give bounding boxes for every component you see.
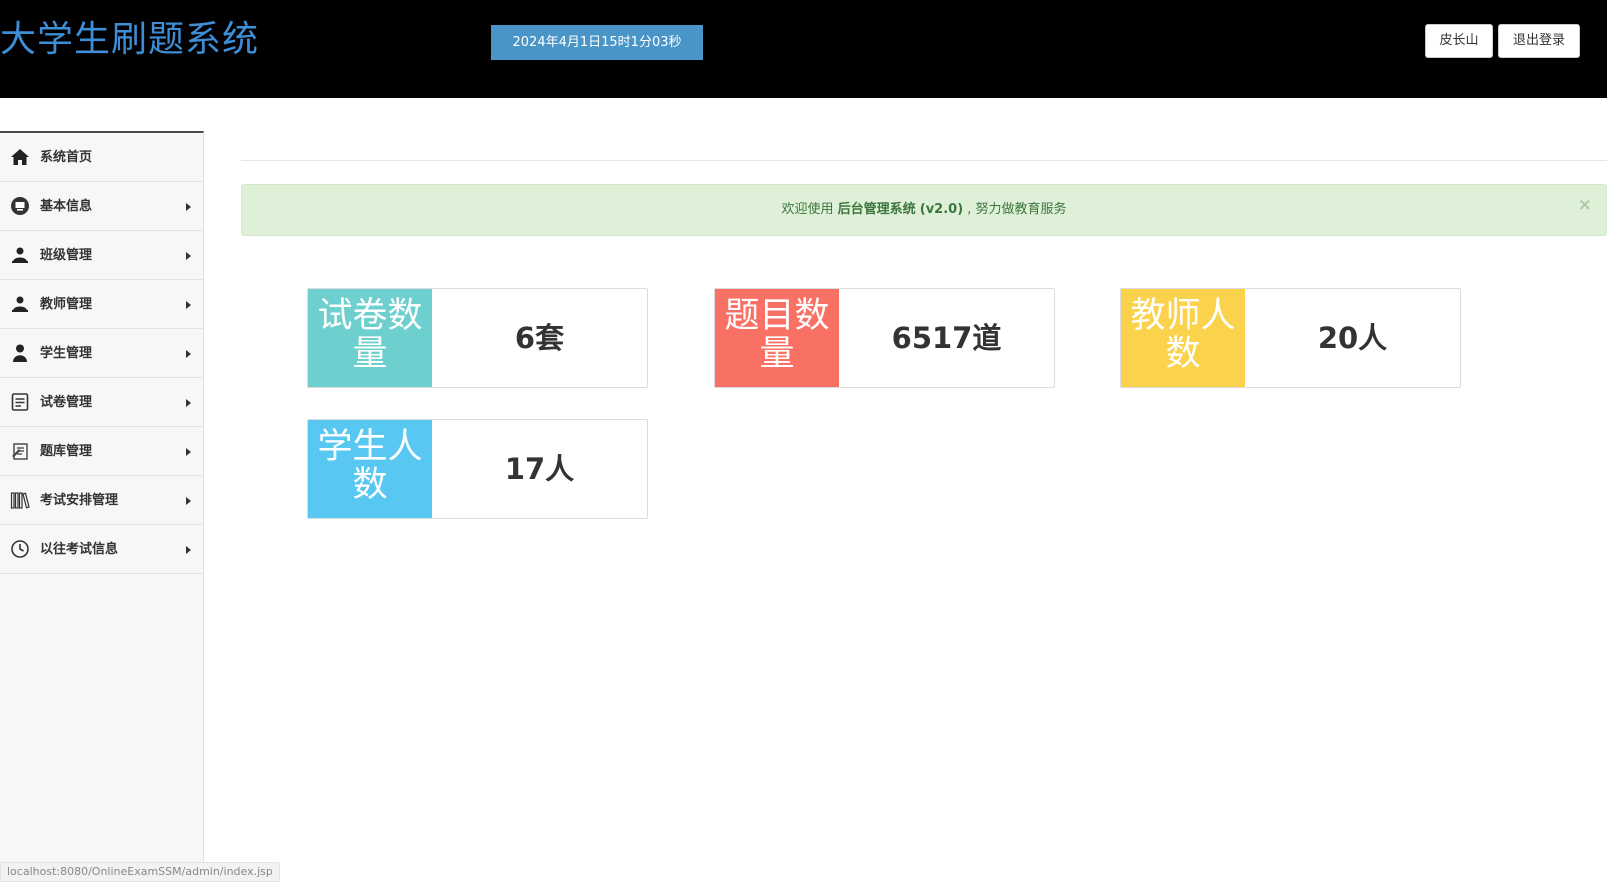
stat-card-label: 教师人数 (1121, 289, 1245, 387)
sidebar: 系统首页 基本信息 班级管理 教师管理 学生管理 试卷管理 题库管理 考试安排管… (0, 131, 204, 882)
sidebar-item-label: 教师管理 (40, 297, 93, 312)
stat-card-label: 试卷数量 (308, 289, 432, 387)
users-icon (10, 294, 30, 314)
alert-version: (v2.0) (919, 202, 964, 217)
sidebar-item-class-management[interactable]: 班级管理 (0, 231, 203, 280)
sidebar-item-label: 试卷管理 (40, 395, 93, 410)
user-icon (10, 343, 30, 363)
alert-system-name: 后台管理系统 (837, 202, 916, 217)
caret-right-icon (186, 546, 191, 554)
stat-card-label: 题目数量 (715, 289, 839, 387)
users-icon (10, 245, 30, 265)
sidebar-item-home[interactable]: 系统首页 (0, 133, 203, 182)
sidebar-item-question-bank[interactable]: 题库管理 (0, 427, 203, 476)
content-divider (241, 160, 1607, 161)
caret-right-icon (186, 252, 191, 260)
notebook-icon (10, 441, 30, 461)
clock-icon (10, 539, 30, 559)
sidebar-item-label: 班级管理 (40, 248, 93, 263)
welcome-alert: 欢迎使用 后台管理系统 (v2.0) , 努力做教育服务 × (241, 184, 1607, 236)
sidebar-item-paper-management[interactable]: 试卷管理 (0, 378, 203, 427)
sidebar-item-label: 以往考试信息 (40, 542, 119, 557)
sidebar-item-label: 系统首页 (40, 150, 93, 165)
current-time: 2024年4月1日15时1分03秒 (491, 25, 703, 60)
stat-card-students: 学生人数 17人 (307, 419, 648, 519)
caret-right-icon (186, 497, 191, 505)
stat-card-value: 6517道 (891, 321, 1002, 355)
stat-card-value: 20人 (1317, 321, 1388, 355)
stat-card-label: 学生人数 (308, 420, 432, 518)
app-title: 大学生刷题系统 (0, 19, 260, 60)
close-icon[interactable]: × (1578, 185, 1592, 225)
alert-prefix: 欢迎使用 (781, 202, 834, 217)
sidebar-item-teacher-management[interactable]: 教师管理 (0, 280, 203, 329)
sidebar-item-label: 学生管理 (40, 346, 93, 361)
sidebar-item-exam-schedule[interactable]: 考试安排管理 (0, 476, 203, 525)
monitor-icon (10, 196, 30, 216)
sidebar-item-basic-info[interactable]: 基本信息 (0, 182, 203, 231)
logout-button[interactable]: 退出登录 (1498, 24, 1580, 58)
books-icon (10, 490, 30, 510)
sidebar-item-label: 题库管理 (40, 444, 93, 459)
sidebar-item-label: 考试安排管理 (40, 493, 119, 508)
sidebar-item-label: 基本信息 (40, 199, 93, 214)
sidebar-item-past-exams[interactable]: 以往考试信息 (0, 525, 203, 574)
caret-right-icon (186, 203, 191, 211)
stat-card-value: 17人 (504, 452, 575, 486)
sidebar-item-student-management[interactable]: 学生管理 (0, 329, 203, 378)
browser-status-url: localhost:8080/OnlineExamSSM/admin/index… (0, 862, 280, 882)
caret-right-icon (186, 350, 191, 358)
document-icon (10, 392, 30, 412)
top-header: 大学生刷题系统 2024年4月1日15时1分03秒 皮长山 退出登录 (0, 0, 1607, 98)
stat-card-questions: 题目数量 6517道 (714, 288, 1055, 388)
stat-card-value: 6套 (514, 321, 565, 355)
user-button[interactable]: 皮长山 (1425, 24, 1493, 58)
stat-card-teachers: 教师人数 20人 (1120, 288, 1461, 388)
home-icon (10, 147, 30, 167)
caret-right-icon (186, 448, 191, 456)
stat-card-papers: 试卷数量 6套 (307, 288, 648, 388)
alert-suffix: , 努力做教育服务 (967, 202, 1067, 217)
caret-right-icon (186, 301, 191, 309)
caret-right-icon (186, 399, 191, 407)
